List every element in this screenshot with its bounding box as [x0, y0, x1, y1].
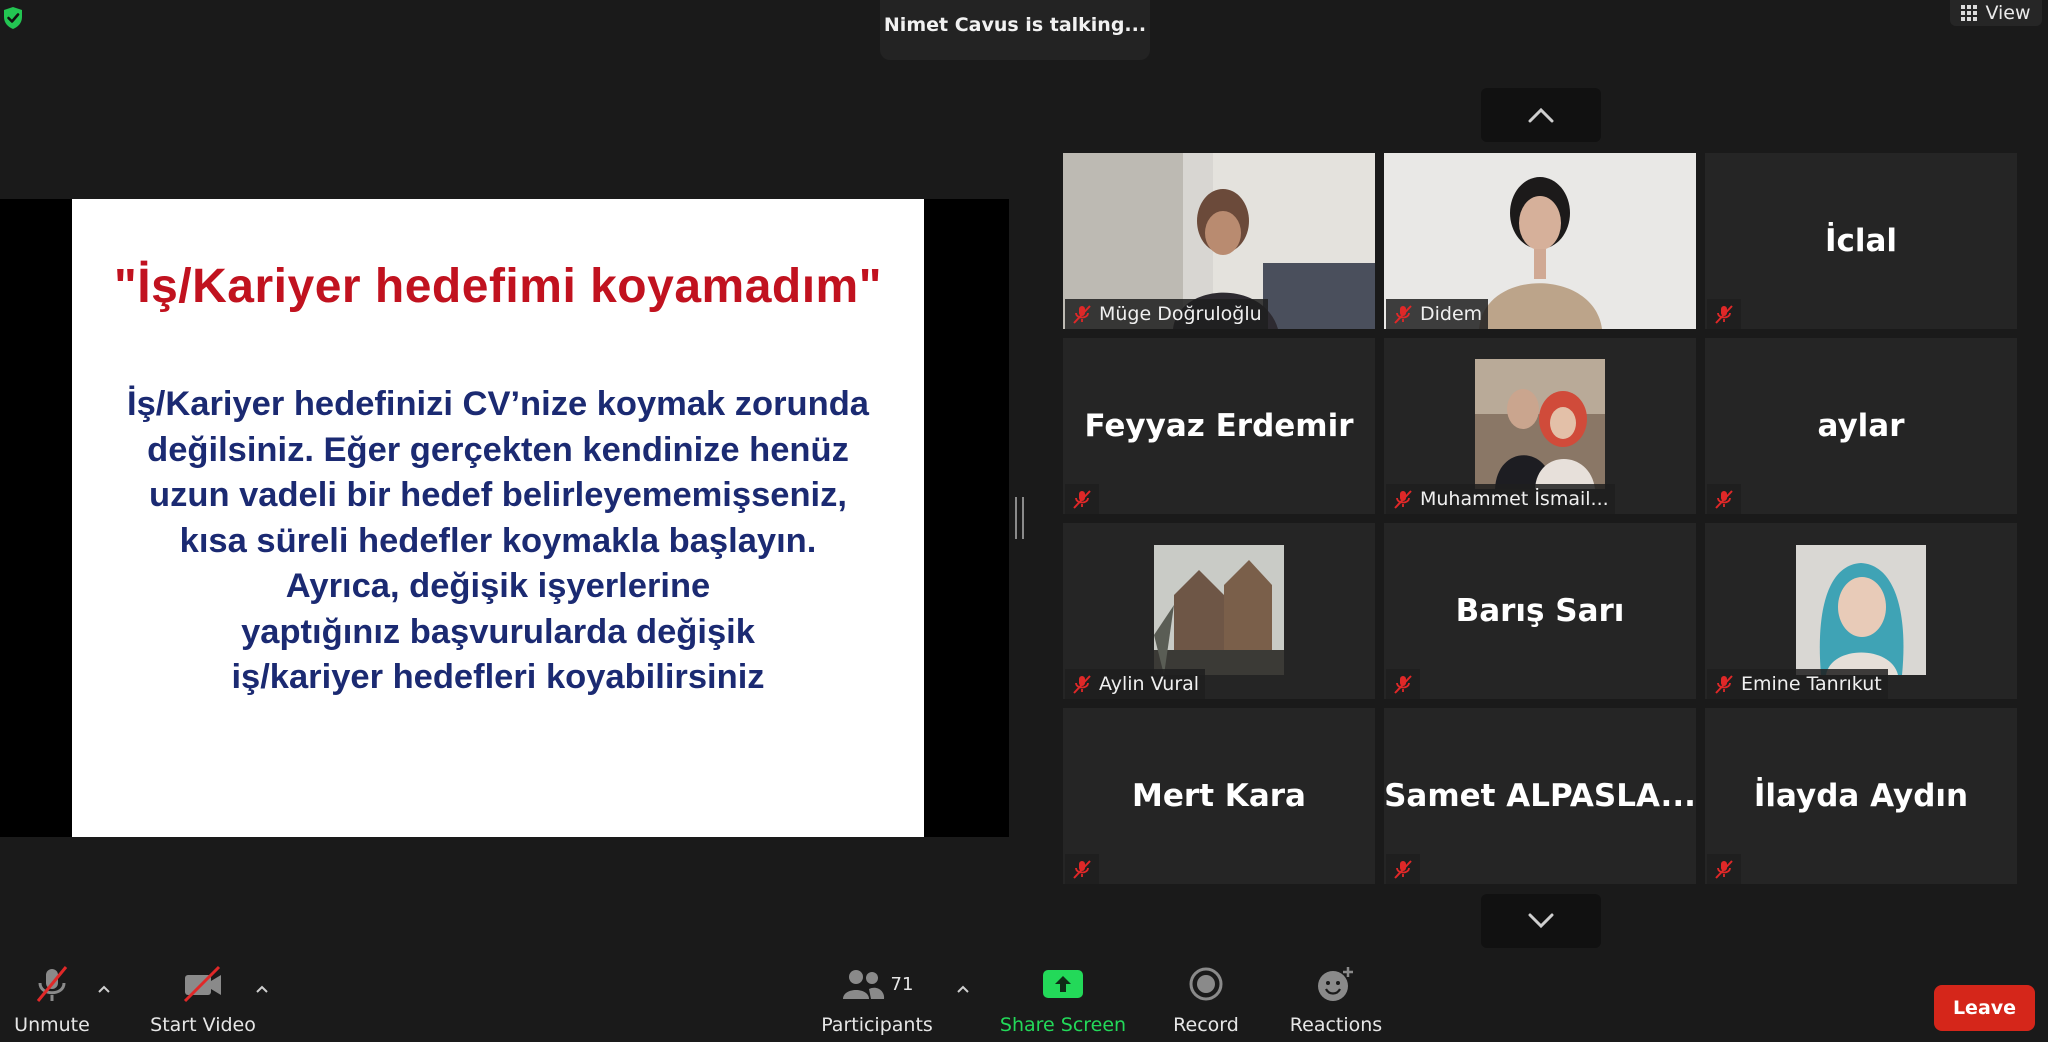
start-video-label: Start Video	[150, 1014, 256, 1036]
participant-label: Didem	[1386, 299, 1489, 329]
unmute-button[interactable]: Unmute	[8, 960, 96, 1042]
participant-label: Aylin Vural	[1065, 669, 1206, 699]
slide-line: Ayrıca, değişik işyerlerine	[285, 567, 711, 605]
participant-tile[interactable]: Feyyaz Erdemir	[1063, 338, 1375, 514]
participant-label: Müge Doğruloğlu	[1065, 299, 1268, 329]
reactions-label: Reactions	[1289, 1014, 1383, 1036]
participant-tile[interactable]: aylar	[1705, 338, 2017, 514]
participant-tile[interactable]: Müge Doğruloğlu	[1063, 153, 1375, 329]
participant-tile[interactable]: Muhammet İsmail...	[1384, 338, 1696, 514]
profile-picture	[1796, 545, 1926, 675]
slide-line: yaptığınız başvurularda değişik	[241, 612, 755, 651]
slide-line: iş/kariyer hedefleri koyabilirsiniz	[231, 658, 765, 696]
participants-icon	[842, 970, 884, 999]
leave-label: Leave	[1952, 997, 2017, 1019]
participant-label	[1707, 299, 1741, 329]
slide-line: kısa süreli hedefler koymakla başlayın.	[179, 521, 817, 560]
microphone-muted-icon	[36, 966, 68, 1002]
participant-label	[1065, 484, 1099, 514]
participant-display-name: Barış Sarı	[1455, 593, 1625, 629]
participant-label	[1386, 854, 1420, 884]
reactions-button[interactable]: Reactions	[1286, 960, 1386, 1042]
record-icon	[1189, 967, 1223, 1001]
profile-picture	[1154, 545, 1284, 675]
video-camera-off-icon	[183, 965, 221, 1003]
view-button[interactable]: View	[1950, 0, 2042, 26]
participant-name: Aylin Vural	[1099, 673, 1200, 695]
participant-display-name: Samet ALPASLA...	[1384, 778, 1696, 814]
mic-muted-icon	[1394, 860, 1412, 879]
shared-screen: "İş/Kariyer hedefimi koyamadım" İş/Kariy…	[0, 199, 1009, 837]
participants-options-caret-icon[interactable]	[956, 984, 970, 994]
participant-tile[interactable]: İclal	[1705, 153, 2017, 329]
grid-icon	[1961, 5, 1978, 21]
mic-muted-icon	[1715, 490, 1733, 509]
audio-options-caret-icon[interactable]	[97, 984, 111, 994]
participant-label: Emine Tanrıkut	[1707, 669, 1888, 699]
unmute-label: Unmute	[14, 1014, 90, 1036]
mic-muted-icon	[1715, 305, 1733, 324]
meeting-toolbar: Unmute Start Video 71 Participants Share…	[0, 960, 2048, 1042]
view-label: View	[1985, 2, 2031, 24]
slide-line: değilsiniz. Eğer gerçekten kendinize hen…	[147, 430, 849, 469]
mic-muted-icon	[1073, 675, 1091, 694]
share-screen-button[interactable]: Share Screen	[1000, 960, 1126, 1042]
participants-count: 71	[890, 973, 914, 995]
start-video-button[interactable]: Start Video	[148, 960, 258, 1042]
participant-display-name: İlayda Aydın	[1753, 778, 1969, 814]
mic-muted-icon	[1394, 490, 1412, 509]
participant-display-name: Mert Kara	[1132, 778, 1306, 814]
share-screen-label: Share Screen	[999, 1014, 1127, 1036]
mic-muted-icon	[1394, 675, 1412, 694]
talking-text: Nimet Cavus is talking...	[883, 14, 1147, 36]
split-view-handle[interactable]	[1015, 497, 1024, 539]
gallery-page-up-button[interactable]	[1481, 88, 1601, 142]
participant-name: Muhammet İsmail...	[1420, 488, 1609, 510]
participant-tile[interactable]: Didem	[1384, 153, 1696, 329]
mic-muted-icon	[1073, 305, 1091, 324]
slide-line: uzun vadeli bir hedef belirleyememişseni…	[149, 476, 847, 514]
reactions-smiley-icon	[1318, 967, 1353, 1001]
participant-tile[interactable]: Samet ALPASLA...	[1384, 708, 1696, 884]
slide-body: İş/Kariyer hedefinizi CV’nize koymak zor…	[72, 382, 924, 701]
participant-label	[1065, 854, 1099, 884]
mic-muted-icon	[1394, 305, 1412, 324]
mic-muted-icon	[1715, 675, 1733, 694]
record-button[interactable]: Record	[1164, 960, 1248, 1042]
participant-display-name: aylar	[1817, 408, 1905, 444]
participant-tile[interactable]: Emine Tanrıkut	[1705, 523, 2017, 699]
presentation-slide: "İş/Kariyer hedefimi koyamadım" İş/Kariy…	[72, 199, 924, 837]
participant-label	[1386, 669, 1420, 699]
participant-display-name: İclal	[1824, 223, 1898, 259]
participant-display-name: Feyyaz Erdemir	[1084, 408, 1354, 444]
mic-muted-icon	[1073, 490, 1091, 509]
mic-muted-icon	[1715, 860, 1733, 879]
profile-picture	[1475, 359, 1605, 489]
participant-label	[1707, 484, 1741, 514]
video-options-caret-icon[interactable]	[255, 984, 269, 994]
participants-label: Participants	[821, 1014, 933, 1036]
shield-icon[interactable]	[2, 6, 24, 30]
mic-muted-icon	[1073, 860, 1091, 879]
share-screen-icon	[1043, 970, 1083, 998]
leave-button[interactable]: Leave	[1934, 985, 2035, 1031]
participant-tile[interactable]: Barış Sarı	[1384, 523, 1696, 699]
participant-label: Muhammet İsmail...	[1386, 484, 1615, 514]
participant-label	[1707, 854, 1741, 884]
gallery-page-down-button[interactable]	[1481, 894, 1601, 948]
participant-tile[interactable]: Mert Kara	[1063, 708, 1375, 884]
participant-name: Müge Doğruloğlu	[1099, 303, 1262, 325]
chevron-down-icon	[1528, 913, 1554, 929]
record-label: Record	[1173, 1014, 1239, 1036]
talking-indicator: Nimet Cavus is talking...	[880, 0, 1150, 60]
participant-name: Emine Tanrıkut	[1741, 673, 1882, 695]
participant-tile[interactable]: İlayda Aydın	[1705, 708, 2017, 884]
slide-line: İş/Kariyer hedefinizi CV’nize koymak zor…	[127, 385, 869, 423]
participant-tile[interactable]: Aylin Vural	[1063, 523, 1375, 699]
participant-name: Didem	[1420, 303, 1483, 325]
chevron-up-icon	[1528, 107, 1554, 123]
slide-title: "İş/Kariyer hedefimi koyamadım"	[114, 260, 882, 313]
participants-button[interactable]: 71 Participants	[821, 960, 933, 1042]
